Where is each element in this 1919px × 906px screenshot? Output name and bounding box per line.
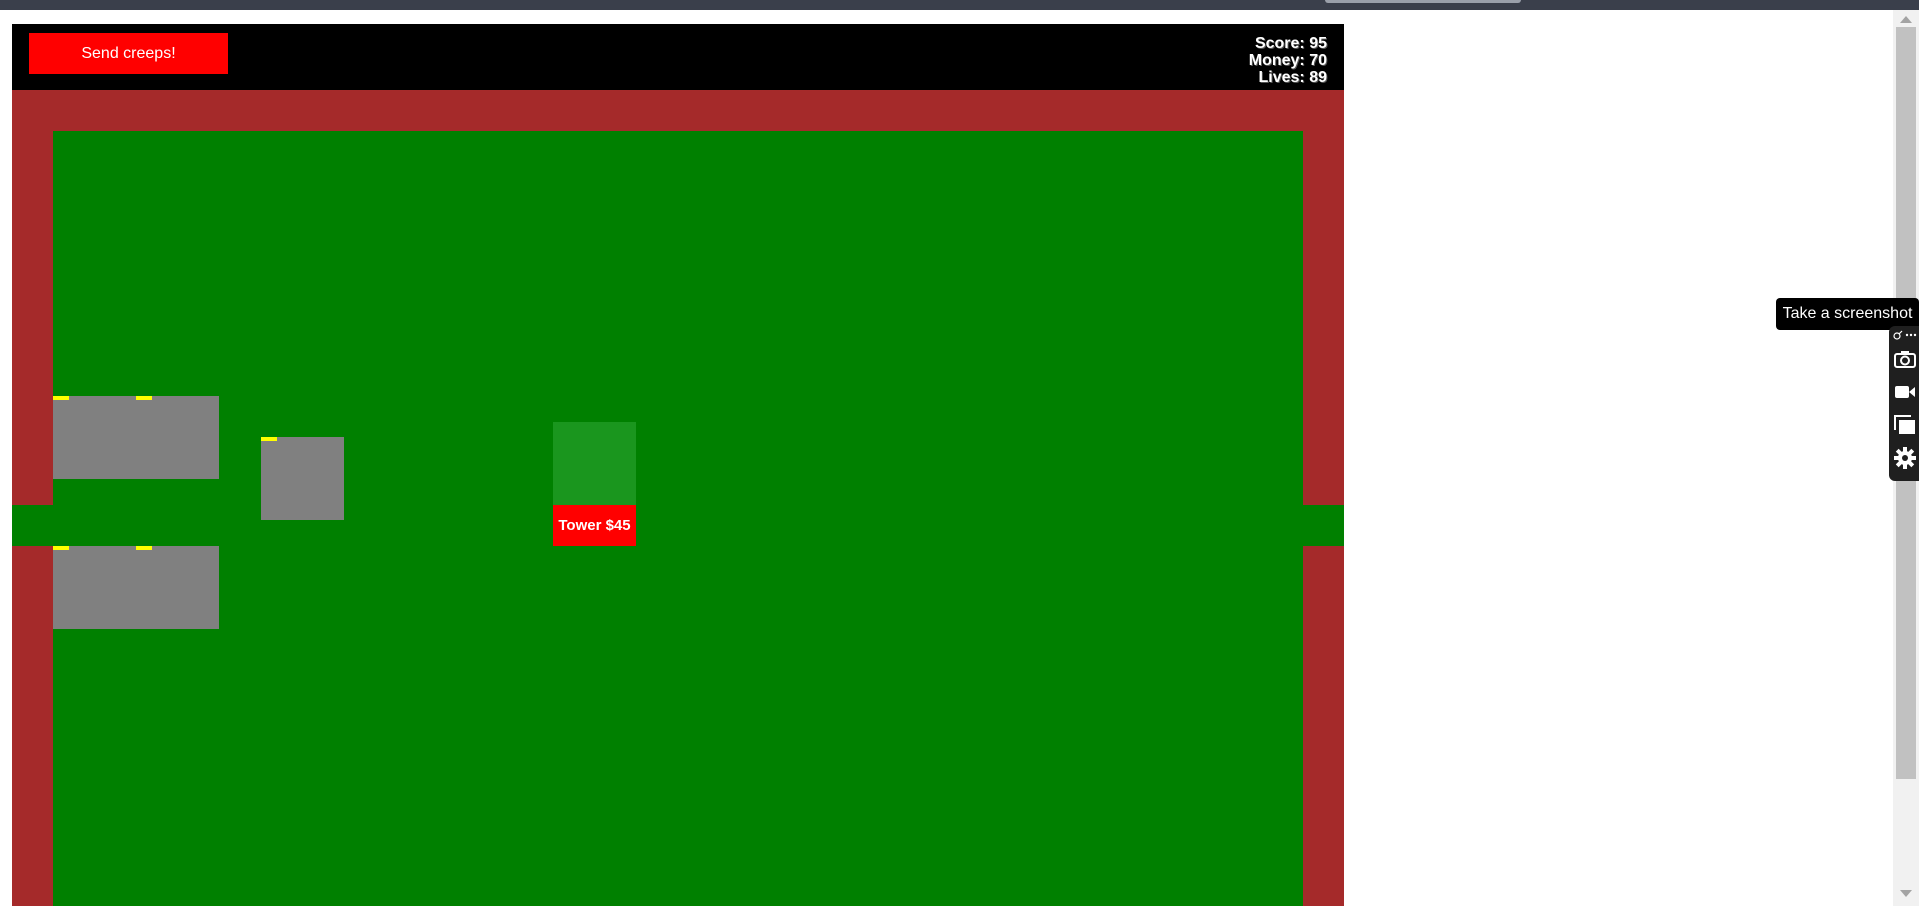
game-container: Send creeps! Score: 95 Money: 70 Lives: … [12, 24, 1344, 906]
health-bar [136, 396, 152, 400]
lives-text: Lives: 89 [1258, 69, 1327, 86]
scroll-down-arrow-icon[interactable] [1900, 890, 1912, 897]
health-bar [136, 546, 152, 550]
money-text: Money: 70 [1248, 52, 1327, 69]
health-bar [261, 437, 277, 441]
tower-placement-preview[interactable] [553, 422, 636, 505]
hud-bar: Send creeps! Score: 95 Money: 70 Lives: … [12, 24, 1344, 90]
health-bar [53, 396, 69, 400]
tower-bottom-left[interactable] [53, 546, 219, 629]
score-text: Score: 95 [1254, 35, 1327, 52]
video-camera-icon[interactable] [1892, 379, 1918, 405]
pin-icon[interactable] [1891, 328, 1904, 342]
scroll-up-arrow-icon[interactable] [1900, 16, 1912, 23]
browser-tab-indicator [1325, 0, 1521, 3]
gear-icon[interactable] [1892, 445, 1918, 471]
window-capture-icon[interactable] [1892, 412, 1918, 438]
creep-entrance-path [12, 505, 53, 546]
game-board[interactable]: Tower $45 [12, 90, 1344, 906]
camera-icon[interactable] [1892, 346, 1918, 372]
health-bar [53, 546, 69, 550]
stats-panel: Score: 95 Money: 70 Lives: 89 [1249, 35, 1327, 86]
capture-toolbar [1889, 326, 1919, 481]
creep-exit-path [1303, 505, 1344, 546]
tower-middle[interactable] [261, 437, 344, 520]
more-icon[interactable] [1904, 328, 1917, 342]
send-creeps-button[interactable]: Send creeps! [29, 33, 228, 74]
browser-top-strip [0, 0, 1919, 10]
buy-tower-button[interactable]: Tower $45 [553, 505, 636, 546]
tower-top-left[interactable] [53, 396, 219, 479]
play-field[interactable] [53, 131, 1303, 906]
